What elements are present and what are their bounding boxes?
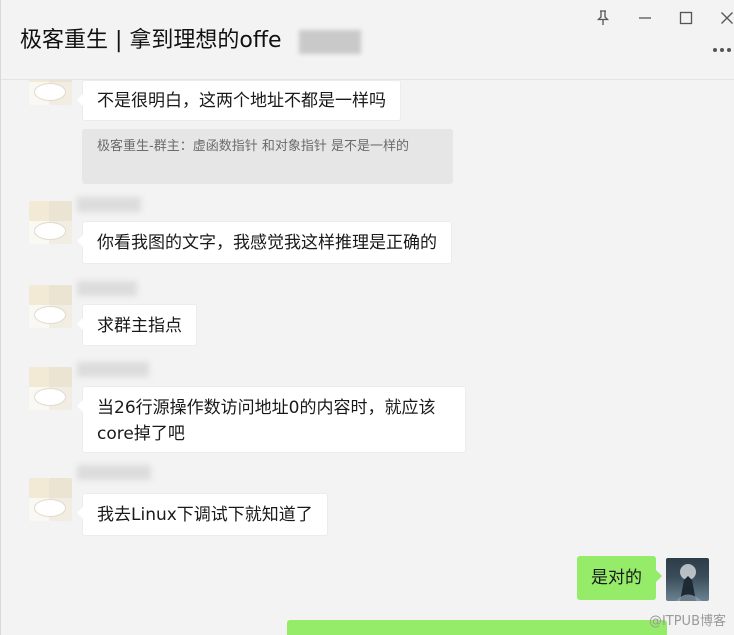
message-bubble[interactable]: 不是很明白，这两个地址不都是一样吗 <box>77 80 401 121</box>
message-list[interactable]: 不是很明白，这两个地址不都是一样吗 极客重生-群主：虚函数指针 和对象指针 是不… <box>1 80 734 635</box>
message-text: 当26行源操作数访问地址0的内容时，就应该core掉了吧 <box>97 398 436 444</box>
next-message-bubble-partial <box>287 620 667 635</box>
message-text: 你看我图的文字，我感觉我这样推理是正确的 <box>97 233 437 253</box>
avatar[interactable] <box>29 367 72 410</box>
sender-name-redacted <box>77 281 137 296</box>
pin-icon[interactable] <box>589 6 617 30</box>
chat-window: 极客重生 | 拿到理想的offe 不是很明白，这两个地址不都是一样吗 极客重生-… <box>0 0 734 635</box>
avatar[interactable] <box>29 285 72 328</box>
quote-text: 极客重生-群主：虚函数指针 和对象指针 是不是一样的 <box>97 139 409 154</box>
more-icon[interactable] <box>709 38 734 62</box>
chat-title: 极客重生 | 拿到理想的offe <box>20 28 282 53</box>
my-message-bubble[interactable]: 是对的 <box>577 556 662 600</box>
message-text: 求群主指点 <box>97 316 182 336</box>
avatar[interactable] <box>29 80 72 105</box>
title-bar: 极客重生 | 拿到理想的offe <box>1 0 734 80</box>
maximize-icon[interactable] <box>672 6 700 30</box>
message-bubble[interactable]: 我去Linux下调试下就知道了 <box>77 493 328 536</box>
message-text: 是对的 <box>591 568 642 588</box>
my-avatar[interactable] <box>666 558 709 601</box>
quoted-message[interactable]: 极客重生-群主：虚函数指针 和对象指针 是不是一样的 <box>82 129 453 184</box>
message-bubble[interactable]: 当26行源操作数访问地址0的内容时，就应该core掉了吧 <box>77 386 466 453</box>
sender-name-redacted <box>77 465 151 480</box>
close-icon[interactable] <box>713 6 734 30</box>
sender-name-redacted <box>77 362 149 377</box>
message-bubble[interactable]: 求群主指点 <box>77 304 197 346</box>
avatar[interactable] <box>29 201 72 244</box>
message-text: 不是很明白，这两个地址不都是一样吗 <box>97 91 386 111</box>
title-redaction <box>299 30 361 54</box>
watermark: @ITPUB博客 <box>648 614 726 629</box>
sender-name-redacted <box>77 197 141 212</box>
minimize-icon[interactable] <box>631 6 659 30</box>
message-bubble[interactable]: 你看我图的文字，我感觉我这样推理是正确的 <box>77 221 452 264</box>
avatar[interactable] <box>29 478 72 521</box>
message-text: 我去Linux下调试下就知道了 <box>97 505 313 525</box>
